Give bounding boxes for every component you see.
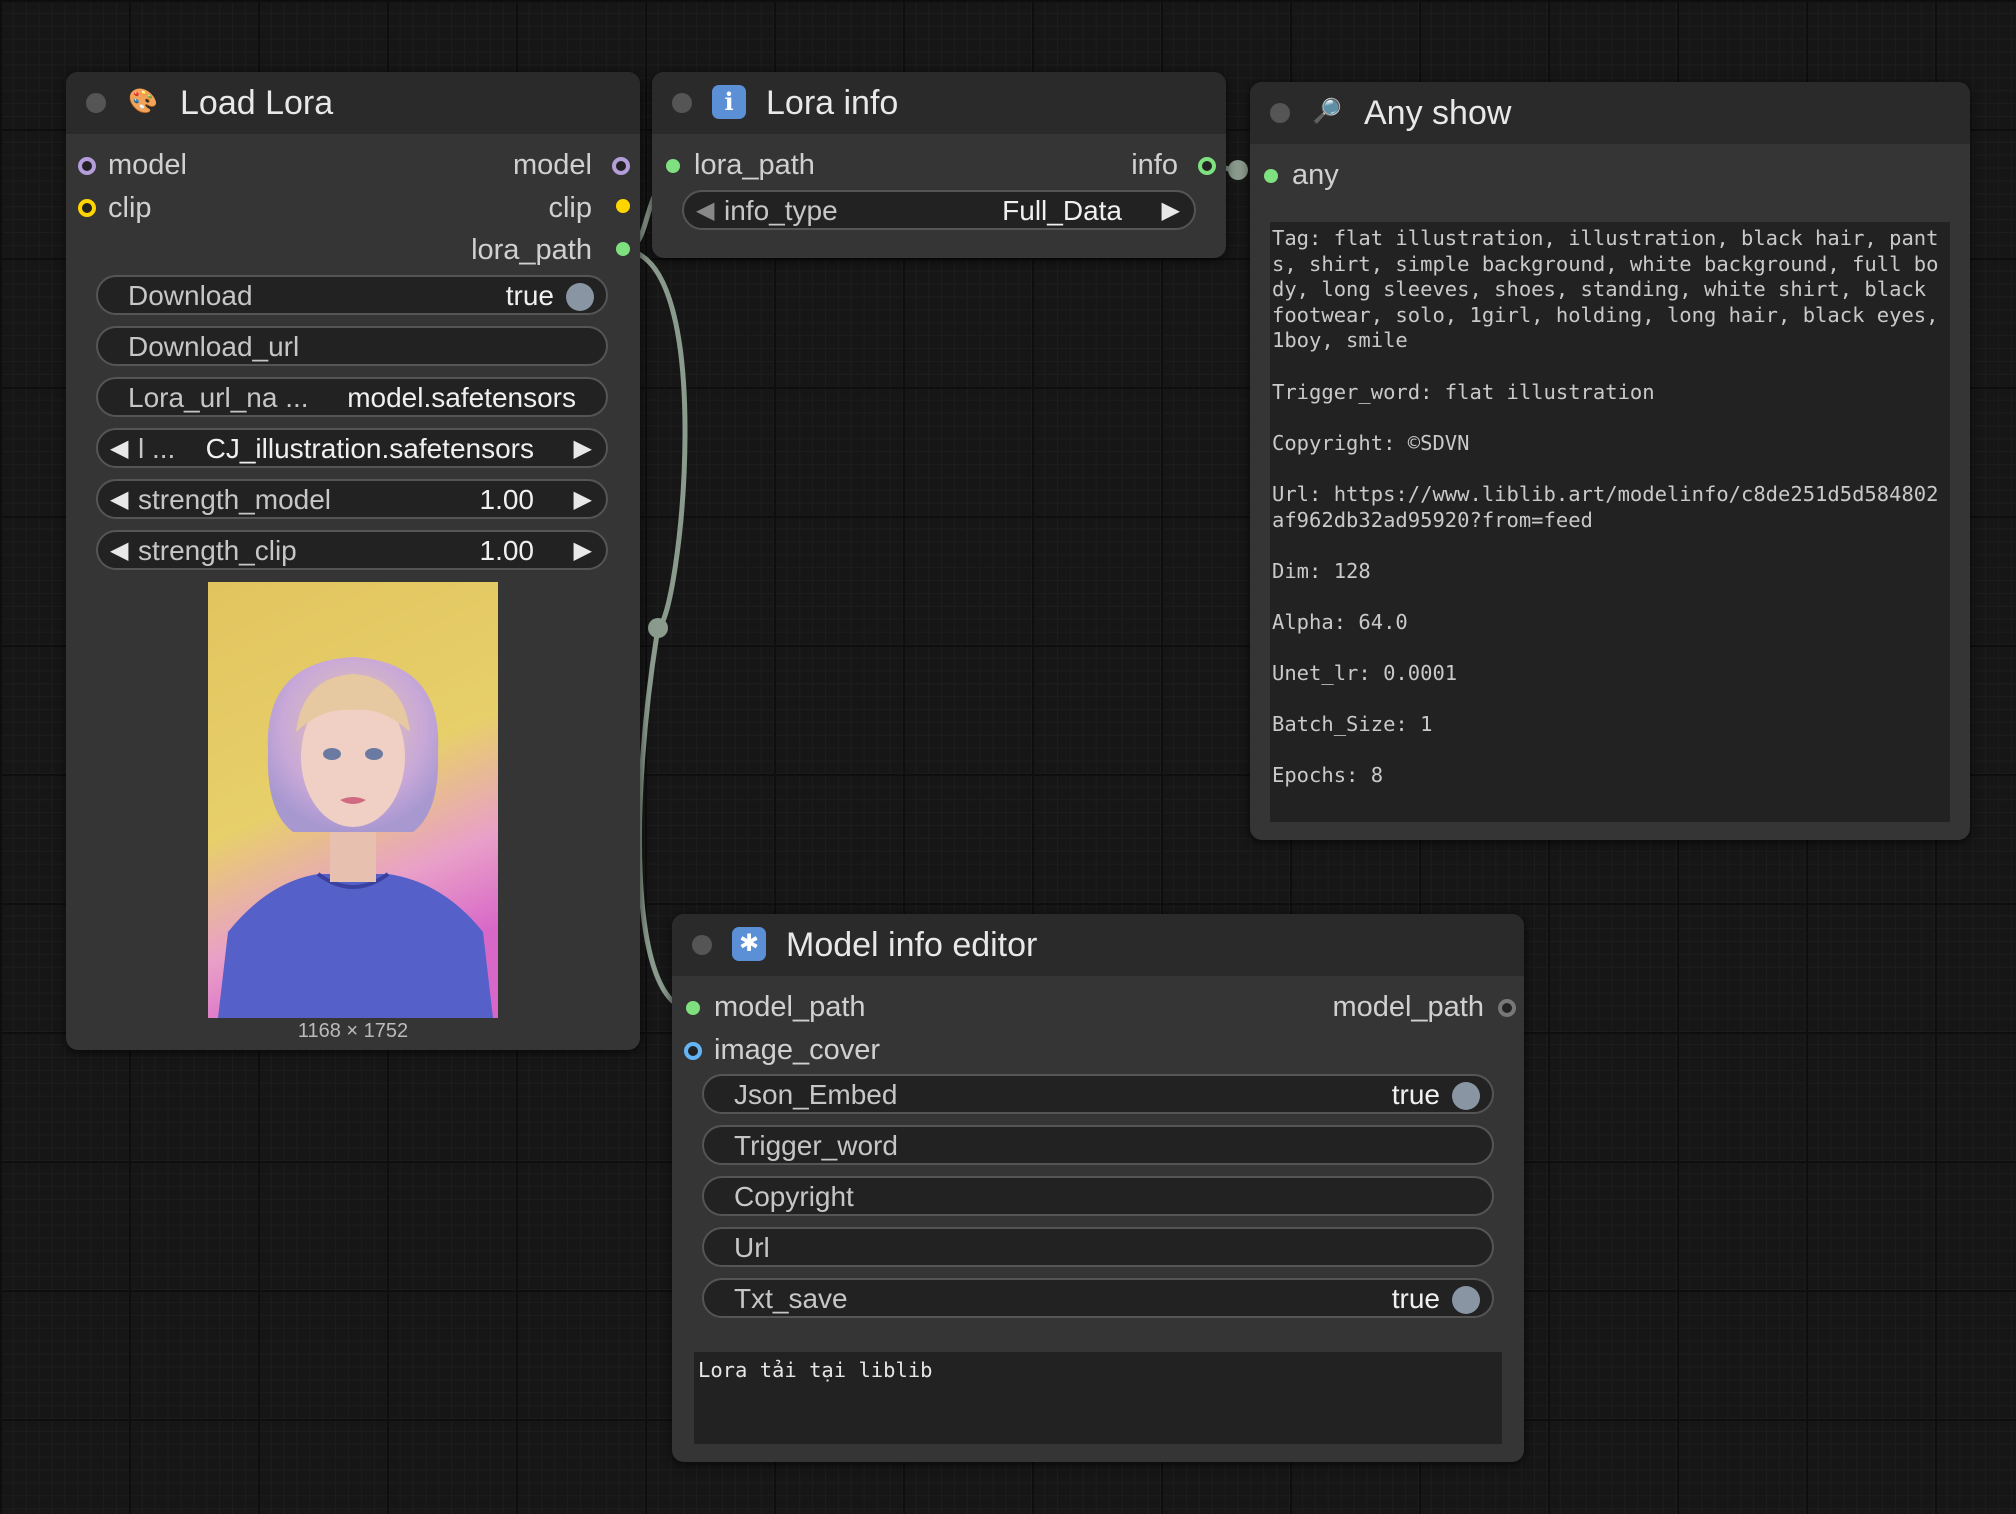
asterisk-icon: ✱ xyxy=(732,927,766,961)
input-slot-any[interactable] xyxy=(1264,169,1278,183)
txt-save-value: true xyxy=(1391,1283,1440,1314)
output-slot-lora-path[interactable] xyxy=(616,242,630,256)
trigger-word-field[interactable]: Trigger_word xyxy=(702,1125,1494,1165)
input-label-clip: clip xyxy=(108,192,152,224)
copyright-field[interactable]: Copyright xyxy=(702,1176,1494,1216)
node-title-bar[interactable]: 🎨 Load Lora xyxy=(66,72,640,134)
collapse-dot[interactable] xyxy=(86,93,106,113)
info-type-combo[interactable]: ◀ info_type Full_Data ▶ xyxy=(682,190,1196,230)
magnifier-icon: 🔎 xyxy=(1312,98,1342,125)
output-label-model-path: model_path xyxy=(1332,991,1484,1023)
lora-url-name-label: Lora_url_na ... xyxy=(128,382,309,413)
strength-model-value: 1.00 xyxy=(479,484,535,515)
info-type-label: info_type xyxy=(724,195,838,226)
wire-info-end-dot xyxy=(1228,160,1248,180)
preview-caption: 1168 × 1752 xyxy=(297,1020,409,1042)
output-slot-model[interactable] xyxy=(612,157,630,175)
json-embed-toggle[interactable]: Json_Embed true xyxy=(702,1074,1494,1114)
output-label-model: model xyxy=(513,149,592,181)
trigger-word-label: Trigger_word xyxy=(734,1130,898,1161)
input-label-image-cover: image_cover xyxy=(714,1034,881,1066)
lora-name-combo[interactable]: ◀ l ... CJ_illustration.safetensors ▶ xyxy=(96,428,608,468)
txt-save-label: Txt_save xyxy=(734,1283,848,1314)
download-value: true xyxy=(505,280,554,311)
json-embed-value: true xyxy=(1391,1079,1440,1110)
strength-model-label: strength_model xyxy=(138,484,332,515)
input-slot-clip[interactable] xyxy=(78,199,96,217)
node-title: Load Lora xyxy=(180,84,334,122)
arrow-right-icon[interactable]: ▶ xyxy=(574,482,592,518)
url-label: Url xyxy=(734,1232,770,1263)
txt-save-toggle[interactable]: Txt_save true xyxy=(702,1278,1494,1318)
output-slot-model-path[interactable] xyxy=(1498,999,1516,1017)
lora-info-node[interactable]: i Lora info lora_path info ◀ info_type F… xyxy=(652,72,1226,258)
collapse-dot[interactable] xyxy=(1270,103,1290,123)
input-label-lora-path: lora_path xyxy=(694,149,815,181)
strength-clip-label: strength_clip xyxy=(138,535,297,566)
arrow-left-icon[interactable]: ◀ xyxy=(110,431,128,467)
input-slot-model-path[interactable] xyxy=(686,1001,700,1015)
download-toggle[interactable]: Download true xyxy=(96,275,608,315)
node-title-bar[interactable]: i Lora info xyxy=(652,72,1226,134)
node-title: Any show xyxy=(1364,94,1512,132)
input-slot-lora-path[interactable] xyxy=(666,159,680,173)
load-lora-node[interactable]: 🎨 Load Lora model clip model clip lora_p… xyxy=(66,72,640,1050)
palette-icon: 🎨 xyxy=(128,88,158,115)
output-slot-info[interactable] xyxy=(1198,157,1216,175)
arrow-left-icon[interactable]: ◀ xyxy=(110,482,128,518)
lora-name-label: l ... xyxy=(138,433,176,464)
info-icon: i xyxy=(712,85,746,119)
lora-url-name-field[interactable]: Lora_url_na ... model.safetensors xyxy=(96,377,608,417)
download-label: Download xyxy=(128,280,253,311)
output-label-clip: clip xyxy=(548,192,592,224)
json-embed-label: Json_Embed xyxy=(734,1079,898,1110)
model-info-text-area[interactable]: Lora tải tại liblib xyxy=(694,1352,1502,1444)
download-url-label: Download_url xyxy=(128,331,300,362)
collapse-dot[interactable] xyxy=(672,93,692,113)
toggle-knob-icon xyxy=(566,283,594,311)
any-show-node[interactable]: 🔎 Any show any Tag: flat illustration, i… xyxy=(1250,82,1970,840)
input-label-any: any xyxy=(1292,159,1339,191)
strength-clip-number[interactable]: ◀ strength_clip 1.00 ▶ xyxy=(96,530,608,570)
strength-model-number[interactable]: ◀ strength_model 1.00 ▶ xyxy=(96,479,608,519)
arrow-right-icon[interactable]: ▶ xyxy=(574,431,592,467)
download-url-field[interactable]: Download_url xyxy=(96,326,608,366)
copyright-label: Copyright xyxy=(734,1181,854,1212)
toggle-knob-icon xyxy=(1452,1286,1480,1314)
collapse-dot[interactable] xyxy=(692,935,712,955)
info-type-value: Full_Data xyxy=(1002,195,1122,226)
output-slot-clip[interactable] xyxy=(616,199,630,213)
strength-clip-value: 1.00 xyxy=(479,535,535,566)
node-title: Lora info xyxy=(766,84,899,122)
node-title: Model info editor xyxy=(786,926,1038,964)
lora-name-value: CJ_illustration.safetensors xyxy=(205,433,534,464)
url-field[interactable]: Url xyxy=(702,1227,1494,1267)
input-slot-model[interactable] xyxy=(78,157,96,175)
any-show-output-text[interactable]: Tag: flat illustration, illustration, bl… xyxy=(1270,222,1950,822)
input-slot-image-cover[interactable] xyxy=(684,1042,702,1060)
wire-reroute-dot[interactable] xyxy=(648,618,668,638)
lora-preview-image xyxy=(208,582,498,1018)
arrow-right-icon[interactable]: ▶ xyxy=(574,533,592,569)
lora-url-name-value: model.safetensors xyxy=(347,382,576,413)
toggle-knob-icon xyxy=(1452,1082,1480,1110)
model-info-editor-node[interactable]: ✱ Model info editor model_path image_cov… xyxy=(672,914,1524,1462)
arrow-left-icon[interactable]: ◀ xyxy=(110,533,128,569)
input-label-model-path: model_path xyxy=(714,991,866,1023)
arrow-right-icon[interactable]: ▶ xyxy=(1162,193,1180,229)
node-title-bar[interactable]: ✱ Model info editor xyxy=(672,914,1524,976)
node-title-bar[interactable]: 🔎 Any show xyxy=(1250,82,1970,144)
output-label-info: info xyxy=(1131,149,1178,181)
input-label-model: model xyxy=(108,149,187,181)
output-label-lora-path: lora_path xyxy=(471,234,592,266)
arrow-left-icon[interactable]: ◀ xyxy=(696,193,714,229)
